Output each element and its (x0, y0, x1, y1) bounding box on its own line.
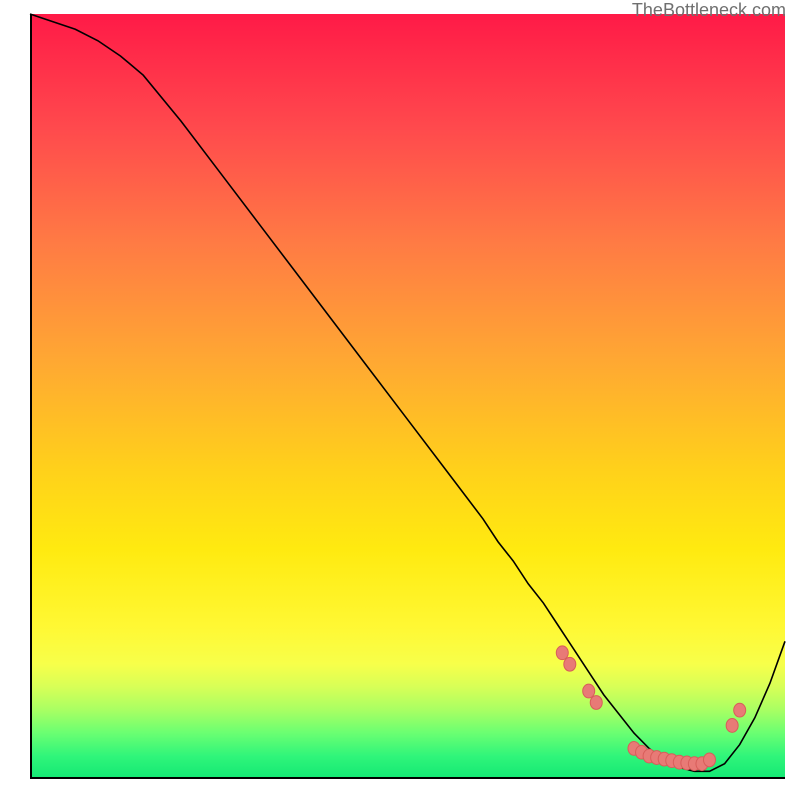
chart-gradient-background (30, 14, 785, 779)
chart-stage: TheBottleneck.com (0, 0, 800, 800)
watermark-text: TheBottleneck.com (632, 0, 786, 21)
